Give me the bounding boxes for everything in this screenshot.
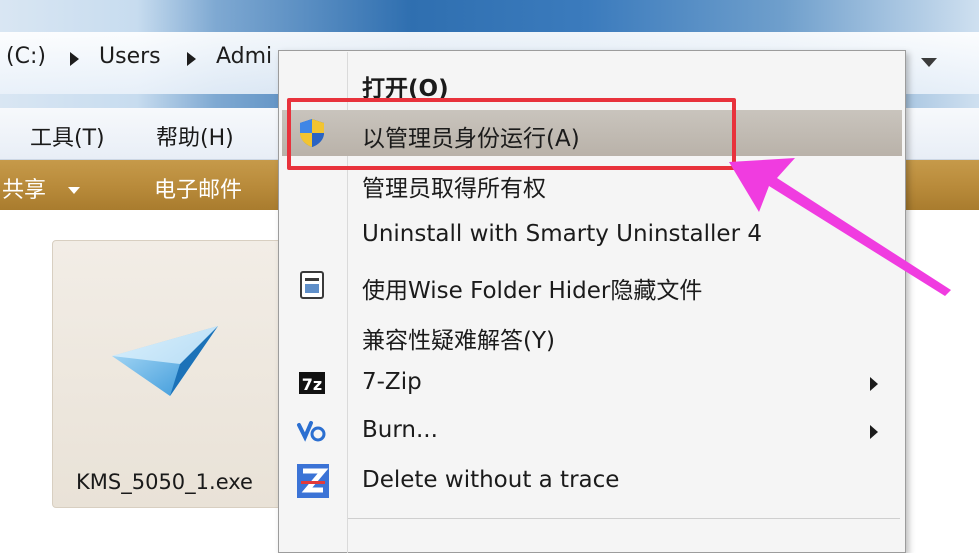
menu-separator [348,518,900,519]
breadcrumb-admin[interactable]: Admi [216,44,272,69]
menu-help[interactable]: 帮助(H) [156,120,234,152]
wise-folder-hider-icon [300,271,324,299]
context-menu-item-delete-without-trace[interactable]: Delete without a trace [282,458,902,504]
file-name-label[interactable]: KMS_5050_1.exe [76,470,253,494]
submenu-arrow-icon [870,377,878,391]
share-button[interactable]: 共享 [2,172,46,204]
breadcrumb-users[interactable]: Users [99,44,161,69]
breadcrumb-drive[interactable]: (C:) [6,44,46,69]
burn-icon [297,421,326,442]
context-menu-item-compatibility[interactable]: 兼容性疑难解答(Y) [282,312,902,358]
menu-item-label: 7-Zip [362,369,422,395]
breadcrumb-arrow-icon[interactable] [70,52,79,66]
delete-trace-icon [297,464,329,498]
menu-item-label: Uninstall with Smarty Uninstaller 4 [362,221,762,247]
breadcrumb-arrow-icon[interactable] [187,52,196,66]
chevron-down-icon[interactable] [921,58,937,67]
menu-item-label: 使用Wise Folder Hider隐藏文件 [362,278,703,304]
chevron-down-icon[interactable] [68,187,80,194]
7zip-icon: 7z [299,372,325,394]
context-menu-item-burn[interactable]: Burn... [282,408,902,454]
menu-tools[interactable]: 工具(T) [30,120,105,152]
menu-item-label: 管理员取得所有权 [362,176,546,202]
context-menu-item-7zip[interactable]: 7z 7-Zip [282,360,902,406]
submenu-arrow-icon [870,425,878,439]
annotation-highlight-box [287,98,736,170]
menu-item-label: 兼容性疑难解答(Y) [362,328,555,354]
email-button[interactable]: 电子邮件 [154,172,242,204]
menu-item-label: Delete without a trace [362,467,620,493]
annotation-arrow-icon [729,158,951,296]
menu-item-label: Burn... [362,417,438,443]
svg-text:7z: 7z [302,375,322,394]
paper-plane-icon[interactable] [110,318,230,398]
